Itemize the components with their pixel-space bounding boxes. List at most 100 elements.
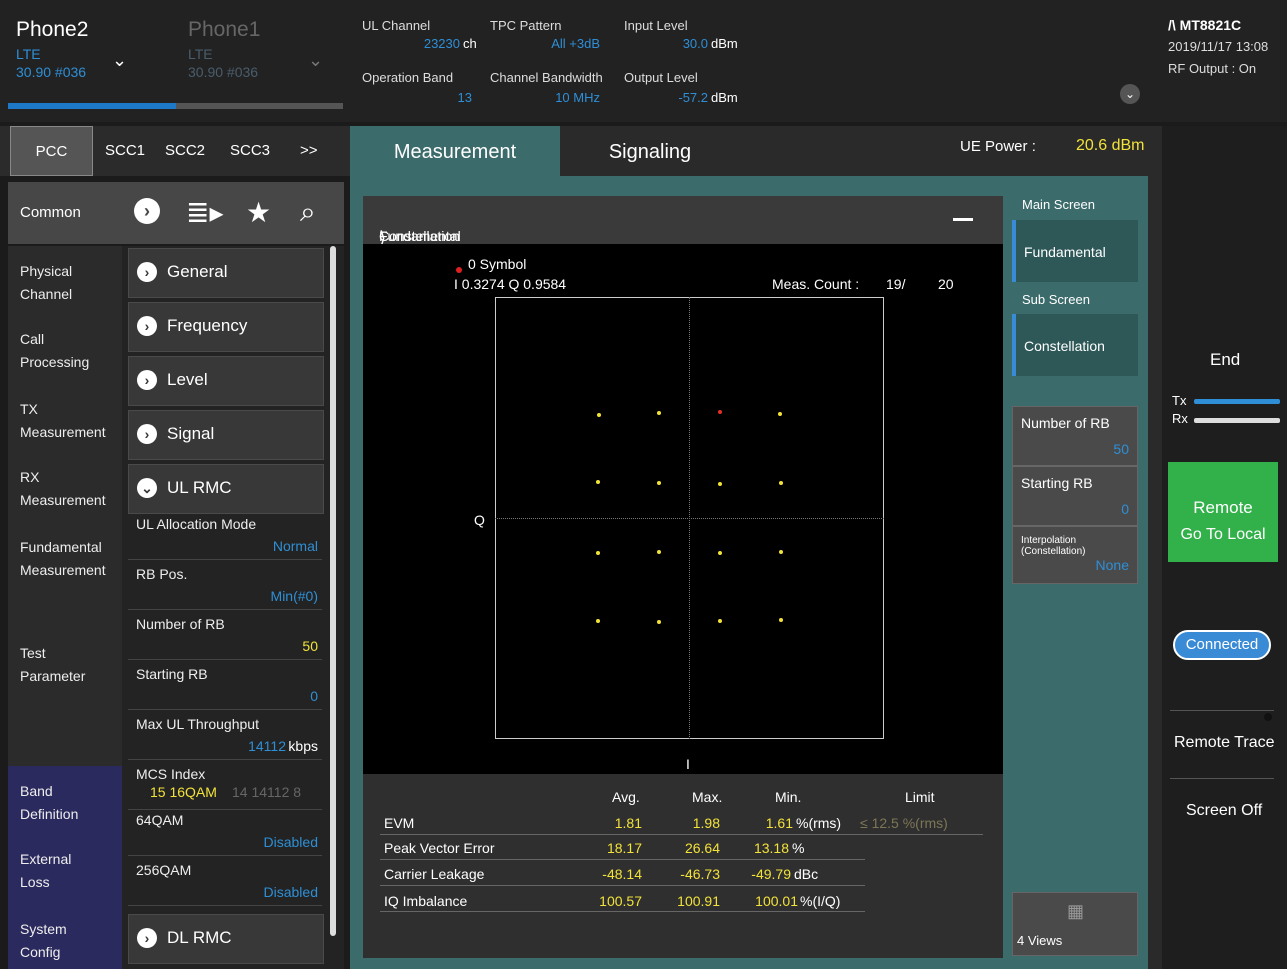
nav-rx-measurement[interactable]: RX Measurement xyxy=(20,466,115,512)
row-name: EVM xyxy=(384,815,415,831)
section-dl-rmc-label: DL RMC xyxy=(167,928,232,947)
end-button[interactable]: End xyxy=(1210,350,1240,370)
go-to-local-label: Go To Local xyxy=(1180,526,1266,543)
tab-scc2[interactable]: SCC2 xyxy=(165,142,205,159)
minimize-icon[interactable] xyxy=(953,218,973,221)
constellation-point xyxy=(718,551,722,555)
param-label: 256QAM xyxy=(136,862,192,878)
tab-signaling[interactable]: Signaling xyxy=(560,126,740,178)
section-ul-rmc[interactable]: ⌄ UL RMC xyxy=(128,464,324,514)
row-divider xyxy=(380,885,865,886)
iq-max: 100.91 xyxy=(677,893,720,909)
param-value: 0 xyxy=(310,688,318,704)
device-datetime: 2019/11/17 13:08 xyxy=(1168,39,1269,54)
param-starting-rb[interactable]: Starting RB 0 xyxy=(128,662,322,710)
search-icon[interactable]: ⌕ xyxy=(300,196,316,229)
symbol-label: 0 Symbol xyxy=(468,256,527,272)
section-general[interactable]: › General xyxy=(128,248,324,298)
row-divider xyxy=(380,911,865,912)
section-frequency-label: Frequency xyxy=(167,316,248,335)
grid-icon: ▦ xyxy=(1067,901,1085,921)
phone1-version: 30.90 #036 xyxy=(188,64,259,80)
evm-unit: %(rms) xyxy=(796,815,842,831)
phone2-version: 30.90 #036 xyxy=(16,64,87,80)
section-level[interactable]: › Level xyxy=(128,356,324,406)
nav-system-config[interactable]: System Config xyxy=(20,918,100,964)
param-64qam[interactable]: 64QAM Disabled xyxy=(128,808,322,856)
marker-icon xyxy=(456,267,462,273)
param-rb-pos[interactable]: RB Pos. Min(#0) xyxy=(128,562,322,610)
output-level-label: Output Level xyxy=(624,70,698,85)
list-forward-icon[interactable]: ≣▸ xyxy=(186,196,224,229)
constellation-point xyxy=(718,619,722,623)
meas-count-total: 20 xyxy=(938,276,954,292)
leak-min: -49.79 xyxy=(751,866,791,882)
main-screen-button[interactable]: Fundamental xyxy=(1012,220,1138,282)
sub-screen-button[interactable]: Constellation xyxy=(1012,314,1138,376)
tab-scc1[interactable]: SCC1 xyxy=(105,142,145,159)
side-interpolation[interactable]: Interpolation (Constellation) None xyxy=(1012,526,1138,584)
row-divider xyxy=(380,859,865,860)
four-views-label: 4 Views xyxy=(1017,933,1063,948)
chevron-right-icon[interactable]: › xyxy=(134,198,160,224)
nav-tx-measurement[interactable]: TX Measurement xyxy=(20,398,115,444)
constellation-point xyxy=(718,482,722,486)
nav-purple-group: Band Definition External Loss System Con… xyxy=(8,766,122,969)
param-number-of-rb[interactable]: Number of RB 50 xyxy=(128,612,322,660)
chevron-right-icon: › xyxy=(137,424,157,444)
section-signal[interactable]: › Signal xyxy=(128,410,324,460)
remote-trace-button[interactable]: Remote Trace xyxy=(1174,734,1274,752)
param-256qam[interactable]: 256QAM Disabled xyxy=(128,858,322,906)
param-label: RB Pos. xyxy=(136,566,188,582)
remote-go-to-local-button[interactable]: Remote Go To Local xyxy=(1168,462,1278,562)
tpc-pattern-value: All +3dB xyxy=(551,36,600,51)
ul-channel-value: 23230 xyxy=(423,36,460,51)
chevron-right-icon: › xyxy=(137,316,157,336)
four-views-button[interactable]: ▦ 4 Views xyxy=(1012,892,1138,956)
sub-screen-label: Sub Screen xyxy=(1022,292,1090,307)
i-axis-label: I xyxy=(686,756,690,772)
chevron-right-icon: › xyxy=(137,928,157,948)
star-icon[interactable]: ★ xyxy=(246,196,271,229)
tab-scc3[interactable]: SCC3 xyxy=(230,142,270,159)
nav-test-parameter[interactable]: Test Parameter xyxy=(20,642,100,688)
param-ul-allocation-mode[interactable]: UL Allocation Mode Normal xyxy=(128,512,322,560)
tab-more[interactable]: >> xyxy=(300,142,318,159)
tab-pcc[interactable]: PCC xyxy=(10,126,93,176)
device-info: /\ MT8821C 2019/11/17 13:08 RF Output : … xyxy=(1168,14,1268,80)
ue-power-label: UE Power : xyxy=(960,138,1036,155)
section-frequency[interactable]: › Frequency xyxy=(128,302,324,352)
nav-fundamental-measurement[interactable]: Fundamental Measurement xyxy=(20,536,115,582)
phone2-active-indicator xyxy=(8,103,176,109)
tab-measurement[interactable]: Measurement xyxy=(350,126,560,178)
section-signal-label: Signal xyxy=(167,424,215,443)
section-dl-rmc[interactable]: › DL RMC xyxy=(128,914,324,964)
nav-call-processing[interactable]: Call Processing xyxy=(20,328,115,374)
parameter-scrollbar[interactable] xyxy=(330,246,336,936)
iq-readout: I 0.3274 Q 0.9584 xyxy=(454,276,567,292)
trace-indicator-icon xyxy=(1264,713,1272,721)
row-divider xyxy=(380,834,983,835)
common-label[interactable]: Common xyxy=(20,204,81,221)
param-mcs-index[interactable]: MCS Index 15 16QAM 14 14112 8 xyxy=(128,762,322,810)
expand-info-icon[interactable]: ⌄ xyxy=(1120,84,1140,104)
common-toolbar: Common › ≣▸ ★ ⌕ xyxy=(8,182,344,244)
input-level-unit: dBm xyxy=(711,36,738,51)
param-value: Min(#0) xyxy=(270,588,318,604)
meas-count-label: Meas. Count : xyxy=(772,276,860,292)
constellation-point xyxy=(657,550,661,554)
nav-physical-channel[interactable]: Physical Channel xyxy=(20,260,115,306)
divider xyxy=(1170,710,1274,711)
side-starting-rb[interactable]: Starting RB 0 xyxy=(1012,466,1138,526)
screen-off-button[interactable]: Screen Off xyxy=(1186,802,1262,820)
iq-min: 100.01 xyxy=(755,893,798,909)
row-name: Carrier Leakage xyxy=(384,866,485,882)
constellation-point xyxy=(779,618,783,622)
leak-unit: dBc xyxy=(794,866,819,882)
nav-external-loss[interactable]: External Loss xyxy=(20,848,100,894)
operation-band-label: Operation Band xyxy=(362,70,454,85)
input-level-label: Input Level xyxy=(624,18,688,33)
chevron-right-icon: › xyxy=(137,370,157,390)
nav-band-definition[interactable]: Band Definition xyxy=(20,780,100,826)
side-number-of-rb[interactable]: Number of RB 50 xyxy=(1012,406,1138,466)
